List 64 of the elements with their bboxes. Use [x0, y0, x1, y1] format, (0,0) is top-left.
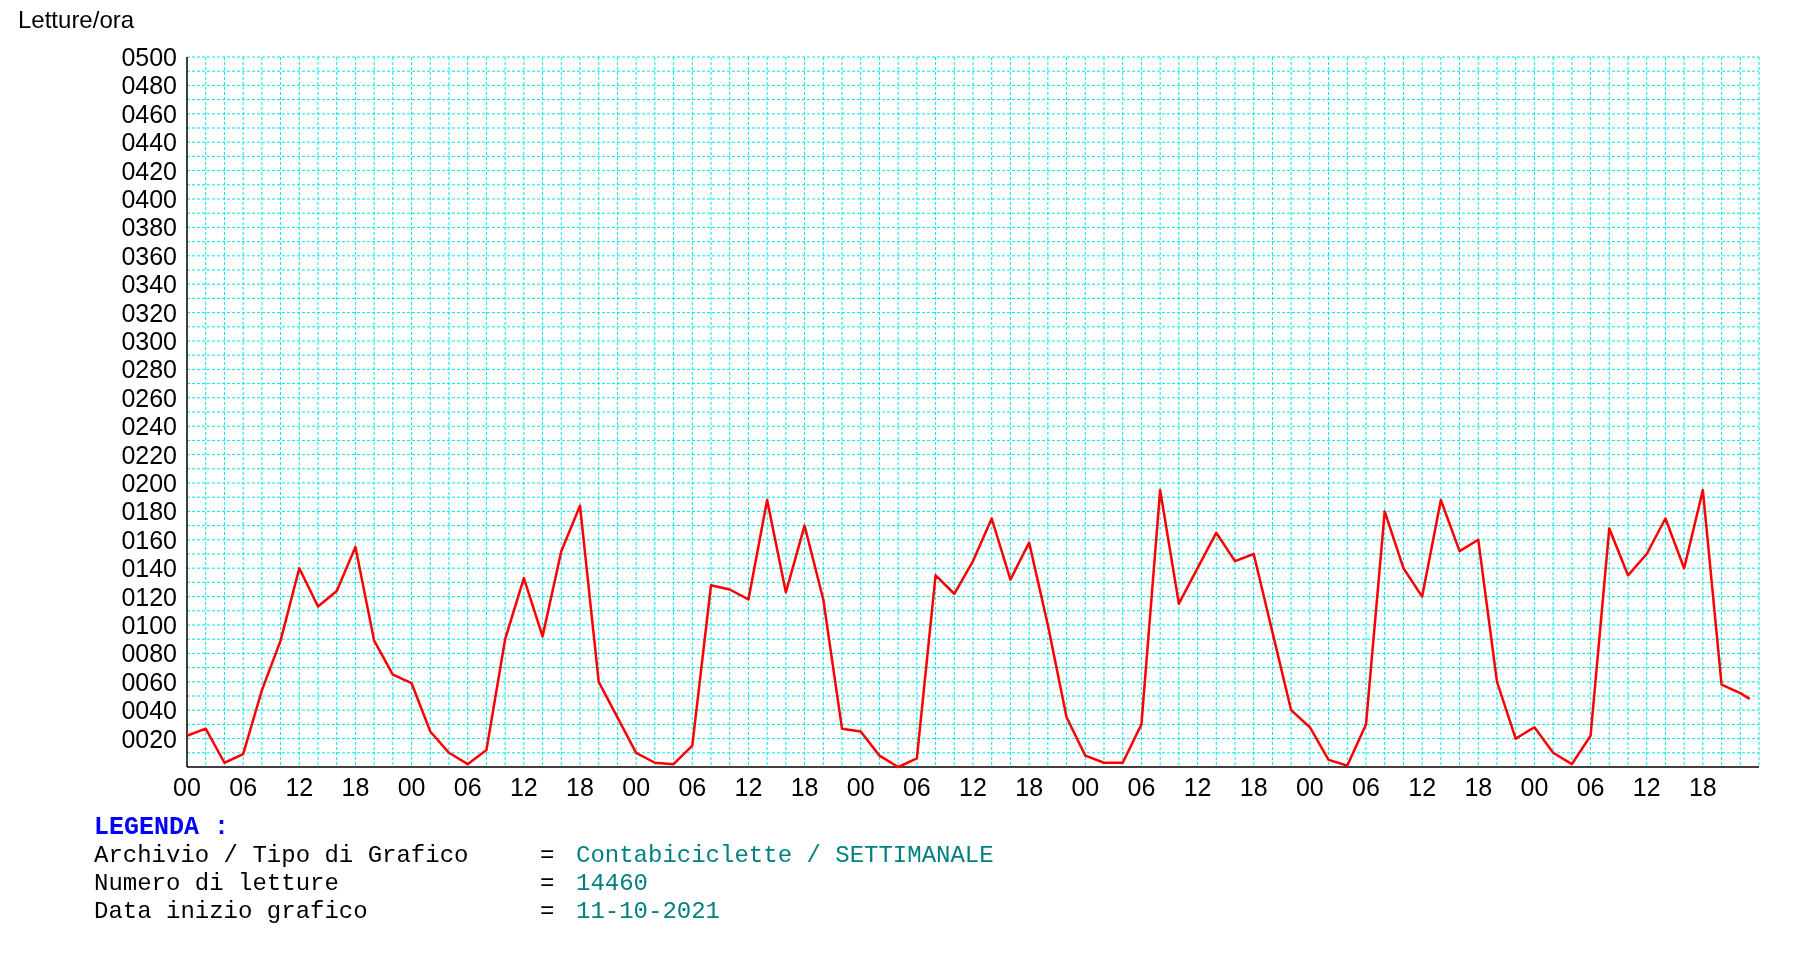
y-tick-label: 0420: [121, 156, 177, 185]
legend-title: LEGENDA :: [94, 814, 231, 842]
y-tick-label: 0020: [121, 724, 177, 753]
y-tick-label: 0320: [121, 298, 177, 327]
legend-separator: =: [540, 898, 556, 926]
y-tick-label: 0040: [121, 696, 177, 725]
legend-value: Contabiciclette / SETTIMANALE: [576, 842, 995, 870]
x-tick-label: 12: [959, 773, 987, 801]
y-tick-label: 0300: [121, 327, 177, 355]
x-tick-label: 06: [1576, 773, 1605, 801]
y-tick-label: 0440: [121, 128, 177, 157]
x-tick-label: 18: [566, 773, 594, 801]
legend-separator: =: [540, 870, 556, 898]
y-tick-label: 0240: [121, 412, 177, 441]
y-tick-label: 0120: [121, 582, 177, 611]
x-tick-label: 12: [734, 773, 763, 801]
legend-label: Numero di letture: [94, 870, 340, 898]
x-tick-label: 18: [1688, 773, 1717, 801]
y-tick-label: 0060: [121, 667, 177, 696]
x-tick-label: 00: [397, 773, 426, 801]
y-tick-label: 0080: [121, 639, 177, 668]
x-tick-label: 06: [453, 773, 482, 801]
y-tick-label: 0380: [121, 213, 177, 242]
x-tick-label: 00: [1520, 773, 1549, 801]
x-tick-label: 00: [1295, 773, 1324, 801]
x-tick-label: 06: [1352, 773, 1380, 801]
legend-value: 11-10-2021: [576, 898, 722, 926]
y-tick-label: 0140: [121, 554, 177, 583]
y-tick-label: 0200: [121, 469, 177, 497]
y-tick-label: 0500: [121, 43, 177, 71]
x-tick-label: 06: [1127, 773, 1156, 801]
x-tick-label: 06: [902, 773, 931, 801]
x-tick-label: 06: [678, 773, 707, 801]
y-tick-label: 0460: [121, 99, 177, 128]
y-tick-label: 0480: [121, 71, 177, 100]
x-tick-label: 12: [1183, 773, 1212, 801]
x-tick-label: 12: [509, 773, 538, 801]
y-tick-label: 0360: [121, 241, 177, 270]
y-tick-label: 0180: [121, 497, 177, 526]
y-tick-label: 0400: [121, 185, 177, 213]
x-tick-label: 12: [285, 773, 314, 801]
x-tick-label: 00: [1071, 773, 1100, 801]
y-tick-label: 0100: [121, 611, 177, 639]
x-tick-label: 12: [1632, 773, 1661, 801]
y-tick-label: 0340: [121, 270, 177, 299]
x-tick-label: 18: [1015, 773, 1044, 801]
x-tick-label: 18: [790, 773, 819, 801]
x-tick-label: 12: [1408, 773, 1437, 801]
y-tick-label: 0260: [121, 383, 177, 412]
x-tick-label: 00: [846, 773, 875, 801]
x-tick-label: 00: [622, 773, 651, 801]
y-tick-label: 0220: [121, 440, 177, 469]
y-tick-label: 0160: [121, 525, 177, 554]
x-tick-label: 18: [341, 773, 370, 801]
legend-value: 14460: [576, 870, 649, 898]
y-tick-label: 0280: [121, 355, 177, 384]
y-axis-title: Letture/ora: [18, 6, 135, 33]
x-tick-label: 06: [229, 773, 258, 801]
legend-label: Archivio / Tipo di Grafico: [94, 842, 470, 870]
x-tick-label: 18: [1464, 773, 1493, 801]
legend-label: Data inizio grafico: [94, 898, 369, 926]
x-tick-label: 18: [1239, 773, 1268, 801]
x-tick-label: 00: [173, 773, 201, 801]
legend-separator: =: [540, 842, 556, 870]
